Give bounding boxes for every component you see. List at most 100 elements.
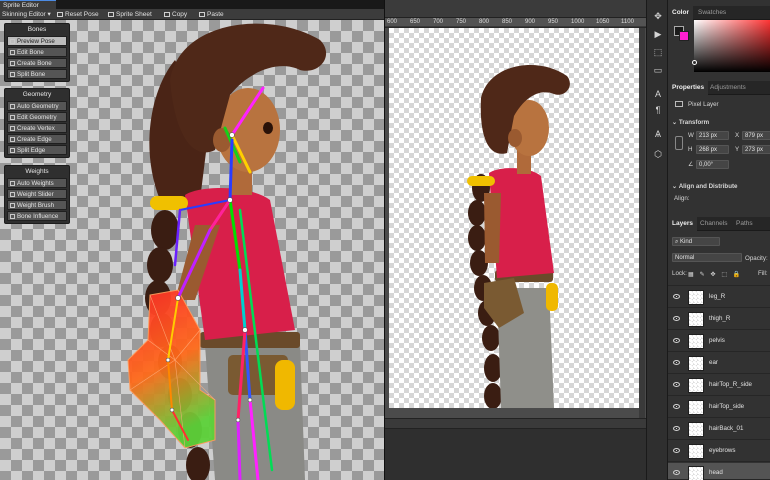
sprite-sheet-button[interactable]: Sprite Sheet	[108, 9, 152, 20]
layer-kind-label: Pixel Layer	[688, 101, 719, 108]
layer-row[interactable]: eyebrows	[668, 441, 770, 462]
move-tool-icon[interactable]: ✥	[651, 10, 665, 22]
vertical-scrollbar[interactable]	[639, 28, 645, 418]
eye-icon[interactable]	[673, 382, 680, 387]
tab-properties[interactable]: Properties	[668, 81, 709, 95]
eye-icon[interactable]	[673, 448, 680, 453]
skinning-editor-dropdown[interactable]: Skinning Editor ▾	[2, 9, 51, 20]
x-field[interactable]: 879 px	[742, 131, 770, 140]
reset-pose-button[interactable]: Reset Pose	[57, 9, 99, 20]
paste-button[interactable]: Paste	[199, 9, 224, 20]
unity-sprite-editor: Sprite Editor Skinning Editor ▾ Reset Po…	[0, 0, 384, 480]
eye-icon[interactable]	[673, 404, 680, 409]
weights-panel: Weights Auto Weights Weight Slider Weigh…	[4, 165, 70, 224]
sprite-sheet-icon	[108, 12, 114, 17]
edit-geometry-button[interactable]: Edit Geometry	[7, 112, 67, 122]
weights-panel-title: Weights	[25, 168, 49, 175]
sprite-editor-tab[interactable]: Sprite Editor	[0, 0, 56, 9]
weight-slider-button[interactable]: Weight Slider	[7, 189, 67, 199]
auto-geometry-button[interactable]: Auto Geometry	[7, 101, 67, 111]
weight-slider-icon	[10, 192, 15, 197]
layer-thumbnail	[688, 378, 704, 393]
lock-icons[interactable]: ▦ ✎ ✥ ⬚ 🔒	[688, 270, 743, 278]
ruler-tick: 800	[479, 19, 490, 25]
auto-geometry-label: Auto Geometry	[17, 103, 59, 110]
eye-icon[interactable]	[673, 316, 680, 321]
create-vertex-button[interactable]: Create Vertex	[7, 123, 67, 133]
3d-panel-icon[interactable]: ⬡	[651, 148, 665, 160]
tab-adjustments[interactable]: Adjustments	[706, 81, 750, 95]
layer-thumbnail	[688, 400, 704, 415]
eye-icon[interactable]	[673, 426, 680, 431]
angle-icon: ∠	[688, 161, 694, 168]
color-picker-cursor	[692, 60, 697, 65]
eye-icon[interactable]	[673, 470, 680, 475]
glyphs-panel-icon[interactable]: Ѧ	[651, 128, 665, 140]
ruler-tick: 850	[502, 19, 513, 25]
color-picker-field[interactable]	[694, 20, 770, 72]
character-artwork	[467, 64, 570, 409]
weight-brush-button[interactable]: Weight Brush	[7, 200, 67, 210]
ear-shape	[213, 128, 231, 152]
split-edge-button[interactable]: Split Edge	[7, 145, 67, 155]
horizontal-ruler[interactable]: 600 650 700 750 800 850 900 950 1000 105…	[385, 18, 647, 27]
collar-shape	[467, 176, 495, 186]
paragraph-panel-icon[interactable]: ¶	[651, 104, 665, 116]
layer-thumbnail	[688, 422, 704, 437]
tab-layers[interactable]: Layers	[668, 217, 697, 231]
document-canvas[interactable]	[385, 28, 647, 418]
tab-swatches[interactable]: Swatches	[694, 6, 730, 20]
copy-button[interactable]: Copy	[164, 9, 187, 20]
create-edge-button[interactable]: Create Edge	[7, 134, 67, 144]
align-section-title[interactable]: ⌄ Align and Distribute	[672, 183, 737, 190]
tab-color[interactable]: Color	[668, 6, 693, 20]
layer-row-partial	[668, 282, 770, 286]
width-label: W	[688, 132, 694, 139]
preview-pose-button[interactable]: Preview Pose	[7, 36, 67, 46]
character-panel-icon[interactable]: A	[651, 88, 665, 100]
ruler-tick: 900	[525, 19, 536, 25]
auto-geometry-icon	[10, 104, 15, 109]
angle-field[interactable]: 0,00°	[696, 160, 729, 169]
eye-icon[interactable]	[673, 294, 680, 299]
layer-thumbnail	[688, 466, 704, 480]
artboard-icon[interactable]: ▭	[651, 64, 665, 76]
layer-row[interactable]: thigh_R	[668, 309, 770, 330]
link-dimensions-icon[interactable]	[675, 136, 683, 150]
layer-row-selected[interactable]: head	[668, 463, 770, 480]
blend-mode-select[interactable]: Normal	[672, 253, 742, 262]
edit-geometry-icon	[10, 115, 15, 120]
auto-weights-icon	[10, 181, 15, 186]
background-color-swatch[interactable]	[679, 31, 689, 41]
eye-icon[interactable]	[673, 338, 680, 343]
layer-row[interactable]: leg_R	[668, 287, 770, 308]
skinning-canvas[interactable]: Bones Preview Pose Edit Bone Create Bone…	[0, 20, 384, 480]
layer-row[interactable]: hairTop_R_side	[668, 375, 770, 396]
width-field[interactable]: 213 px	[696, 131, 729, 140]
auto-weights-button[interactable]: Auto Weights	[7, 178, 67, 188]
tab-channels[interactable]: Channels	[696, 217, 731, 231]
layer-row[interactable]: pelvis	[668, 331, 770, 352]
kind-label: Kind	[680, 239, 693, 245]
create-edge-icon	[10, 137, 15, 142]
play-icon[interactable]: ▶	[651, 28, 665, 40]
bone-influence-icon	[10, 214, 15, 219]
create-bone-button[interactable]: Create Bone	[7, 58, 67, 68]
eye-icon[interactable]	[673, 360, 680, 365]
layer-row[interactable]: hairTop_side	[668, 397, 770, 418]
bone-influence-button[interactable]: Bone Influence	[7, 211, 67, 221]
layer-row[interactable]: ear	[668, 353, 770, 374]
weight-brush-label: Weight Brush	[17, 202, 55, 209]
y-field[interactable]: 273 px	[742, 145, 770, 154]
tab-paths[interactable]: Paths	[732, 217, 757, 231]
split-bone-button[interactable]: Split Bone	[7, 69, 67, 79]
marquee-icon[interactable]: ⬚	[651, 46, 665, 58]
ruler-tick: 950	[548, 19, 559, 25]
height-field[interactable]: 268 px	[696, 145, 729, 154]
transform-section-title[interactable]: ⌄ Transform	[672, 119, 709, 126]
edit-bone-button[interactable]: Edit Bone	[7, 47, 67, 57]
layer-row[interactable]: hairBack_01	[668, 419, 770, 440]
layer-filter-kind-select[interactable]: ⌕ Kind	[672, 237, 720, 246]
layer-thumbnail	[688, 312, 704, 327]
ruler-tick: 1050	[596, 19, 610, 25]
